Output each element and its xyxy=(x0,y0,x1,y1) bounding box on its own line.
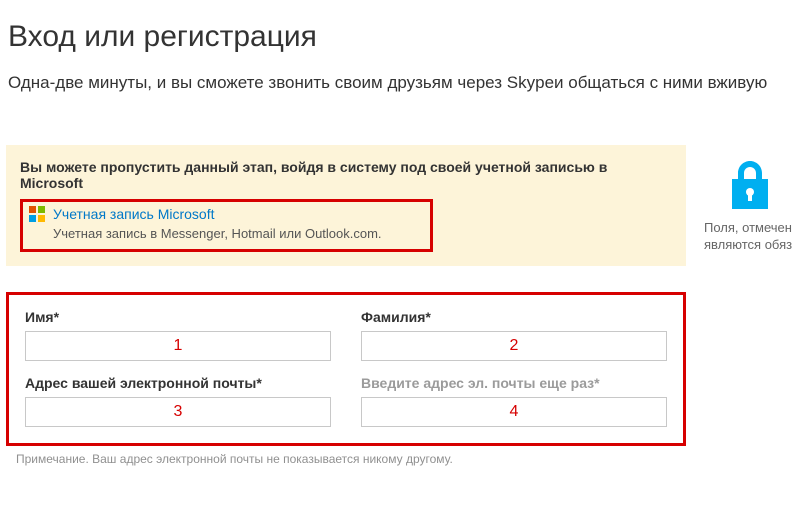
required-fields-note-line1: Поля, отмечен xyxy=(704,219,796,237)
microsoft-account-subtext: Учетная запись в Messenger, Hotmail или … xyxy=(53,226,422,241)
page-subtitle: Одна-две минуты, и вы сможете звонить св… xyxy=(8,72,801,95)
microsoft-link-highlight: Учетная запись Microsoft Учетная запись … xyxy=(20,199,433,252)
microsoft-account-link[interactable]: Учетная запись Microsoft xyxy=(53,206,215,222)
email-confirm-label: Введите адрес эл. почты еще раз* xyxy=(361,375,667,391)
required-fields-note-line2: являются обяз xyxy=(704,236,796,254)
notice-title: Вы можете пропустить данный этап, войдя … xyxy=(20,159,672,191)
last-name-label: Фамилия* xyxy=(361,309,667,325)
lock-icon xyxy=(728,159,772,209)
page-title: Вход или регистрация xyxy=(8,20,801,54)
email-privacy-note: Примечание. Ваш адрес электронной почты … xyxy=(16,452,686,466)
registration-form-highlight: Имя* 1 Фамилия* 2 Адрес вашей электронно… xyxy=(6,292,686,446)
first-name-label: Имя* xyxy=(25,309,331,325)
email-label: Адрес вашей электронной почты* xyxy=(25,375,331,391)
email-field[interactable] xyxy=(25,397,331,427)
email-confirm-field[interactable] xyxy=(361,397,667,427)
last-name-field[interactable] xyxy=(361,331,667,361)
first-name-field[interactable] xyxy=(25,331,331,361)
microsoft-signin-notice: Вы можете пропустить данный этап, войдя … xyxy=(6,145,686,266)
microsoft-logo-icon xyxy=(29,206,45,222)
